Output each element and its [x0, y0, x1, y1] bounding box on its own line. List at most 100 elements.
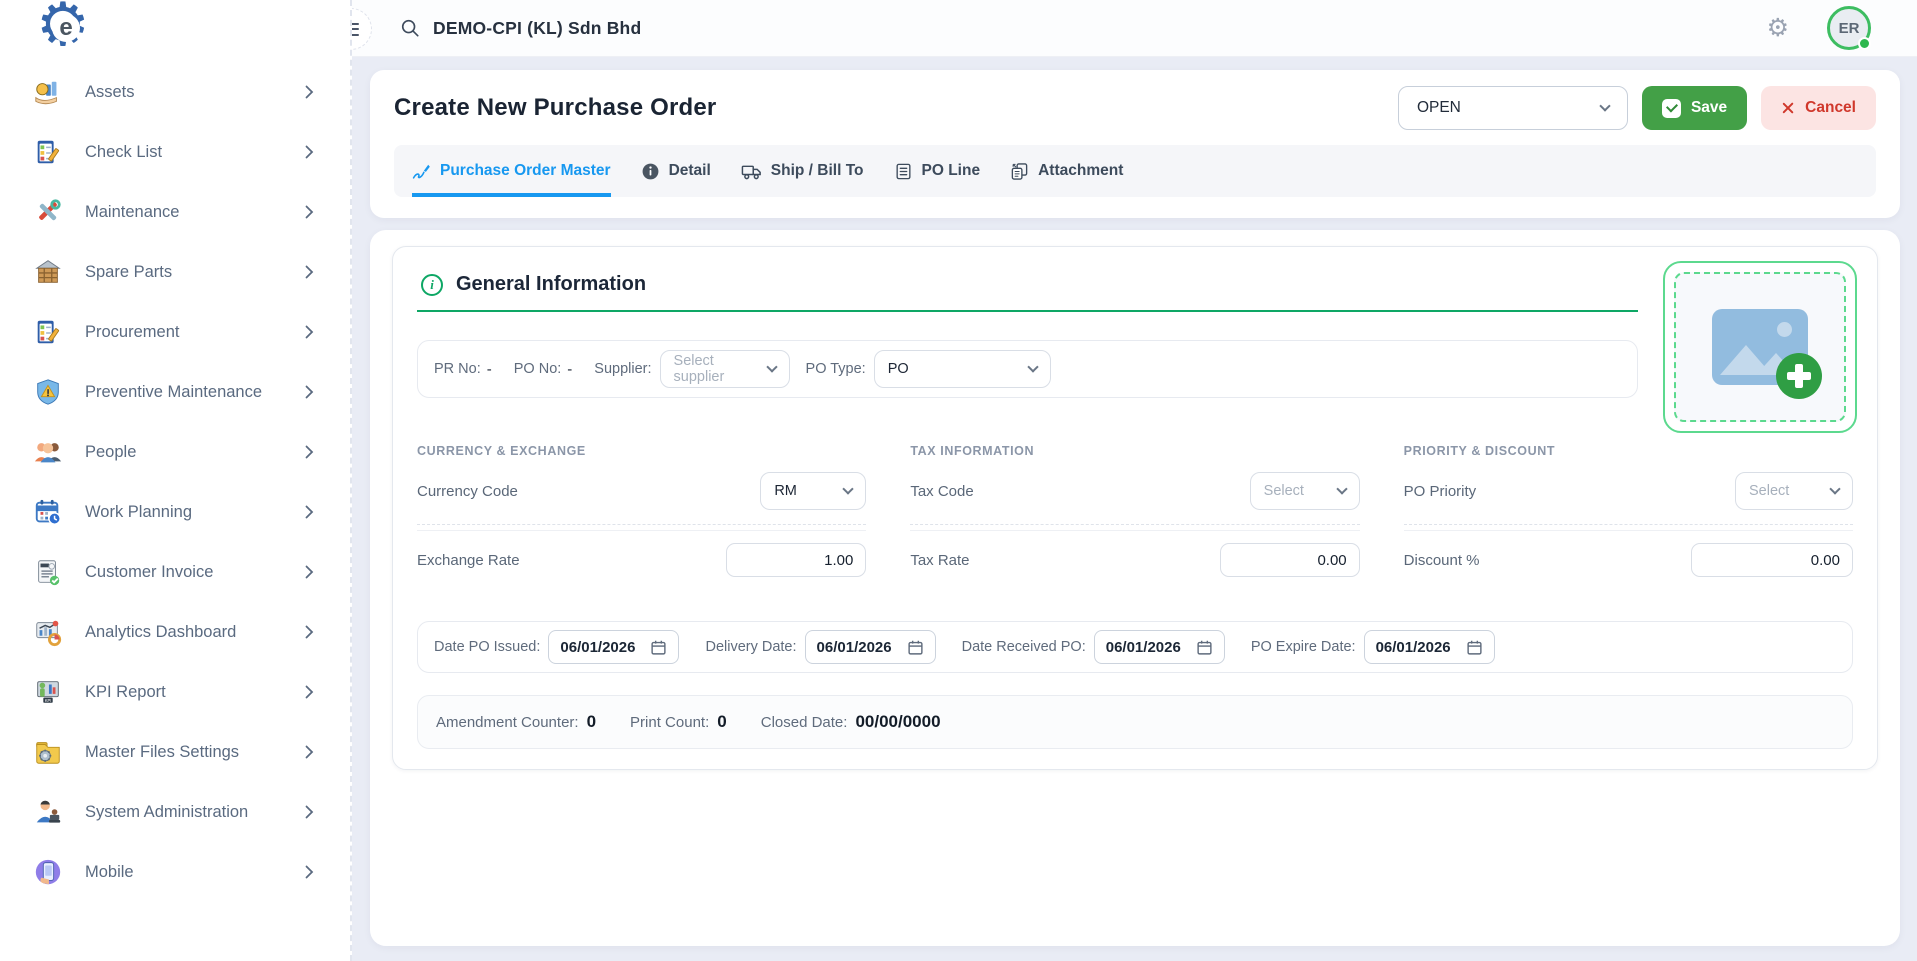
discount-input[interactable]: 0.00 — [1691, 543, 1853, 577]
work-planning-icon — [33, 497, 63, 527]
column-heading: CURRENCY & EXCHANGE — [417, 444, 866, 458]
sidebar-item-label: People — [85, 443, 136, 462]
currency-exchange-column: CURRENCY & EXCHANGE Currency Code RM Exc… — [417, 444, 866, 577]
sidebar-item-mobile[interactable]: Mobile — [0, 842, 350, 902]
online-status-dot — [1858, 37, 1871, 50]
form-panel: i General Information PR No: - — [370, 230, 1900, 946]
check-list-icon — [33, 137, 63, 167]
po-expire-date-input[interactable]: 06/01/2026 — [1364, 630, 1495, 664]
date-po-issued-input[interactable]: 06/01/2026 — [548, 630, 679, 664]
print-count-value: 0 — [717, 712, 726, 732]
chevron-right-icon — [305, 505, 314, 519]
save-check-icon — [1662, 99, 1681, 118]
delivery-date-input[interactable]: 06/01/2026 — [805, 630, 936, 664]
counters-row: Amendment Counter: 0 Print Count: 0 Clos… — [417, 695, 1853, 749]
sidebar-item-customer-invoice[interactable]: Customer Invoice — [0, 542, 350, 602]
tab-ship-bill-to[interactable]: Ship / Bill To — [741, 145, 864, 197]
spare-parts-icon — [33, 257, 63, 287]
save-button[interactable]: Save — [1642, 86, 1747, 130]
sidebar-item-procurement[interactable]: Procurement — [0, 302, 350, 362]
currency-code-select[interactable]: RM — [760, 472, 866, 510]
sidebar-item-analytics-dashboard[interactable]: Analytics Dashboard — [0, 602, 350, 662]
discount-label: Discount % — [1404, 552, 1480, 569]
detail-columns: CURRENCY & EXCHANGE Currency Code RM Exc… — [417, 444, 1853, 577]
section-title: General Information — [456, 273, 646, 296]
sidebar-nav: Assets Check List Maintenance Spare Part… — [0, 62, 350, 902]
pr-no-value: - — [487, 361, 492, 378]
sidebar-item-label: Maintenance — [85, 203, 179, 222]
info-icon: i — [421, 274, 443, 296]
sidebar-item-label: Work Planning — [85, 503, 192, 522]
attachment-copy-icon — [1010, 162, 1029, 181]
status-select[interactable]: OPEN — [1398, 86, 1628, 130]
currency-code-label: Currency Code — [417, 483, 518, 500]
sidebar-item-label: Check List — [85, 143, 162, 162]
closed-date-label: Closed Date: — [761, 714, 848, 731]
sidebar-item-label: Preventive Maintenance — [85, 383, 262, 402]
pen-signature-icon — [412, 162, 431, 181]
chevron-right-icon — [305, 205, 314, 219]
section-divider — [417, 310, 1638, 312]
tax-rate-input[interactable]: 0.00 — [1220, 543, 1360, 577]
customer-invoice-icon — [33, 557, 63, 587]
sidebar-item-assets[interactable]: Assets — [0, 62, 350, 122]
closed-date-value: 00/00/0000 — [855, 712, 940, 732]
tab-po-line[interactable]: PO Line — [894, 145, 981, 197]
list-document-icon — [894, 162, 913, 181]
sidebar-item-preventive-maintenance[interactable]: Preventive Maintenance — [0, 362, 350, 422]
tab-detail[interactable]: Detail — [641, 145, 711, 197]
tax-code-select[interactable]: Select — [1250, 472, 1360, 510]
column-heading: PRIORITY & DISCOUNT — [1404, 444, 1853, 458]
cancel-button[interactable]: Cancel — [1761, 86, 1876, 130]
assets-icon — [33, 77, 63, 107]
sidebar-item-label: Spare Parts — [85, 263, 172, 282]
print-count-label: Print Count: — [630, 714, 709, 731]
chevron-down-icon — [766, 361, 777, 372]
chevron-right-icon — [305, 145, 314, 159]
chevron-right-icon — [305, 385, 314, 399]
sidebar-item-spare-parts[interactable]: Spare Parts — [0, 242, 350, 302]
chevron-right-icon — [305, 265, 314, 279]
dates-row: Date PO Issued: 06/01/2026 Delivery Date… — [417, 621, 1853, 673]
calendar-icon[interactable] — [650, 639, 667, 656]
topbar: DEMO-CPI (KL) Sdn Bhd ⚙ ER — [352, 0, 1917, 57]
sidebar-item-master-files-settings[interactable]: Master Files Settings — [0, 722, 350, 782]
app-logo[interactable]: ⚙ e — [36, 0, 96, 60]
sidebar-item-label: KPI Report — [85, 683, 166, 702]
po-identity-row: PR No: - PO No: - Supplier: Select suppl… — [417, 340, 1638, 398]
tab-attachment[interactable]: Attachment — [1010, 145, 1123, 197]
chevron-down-icon — [1027, 361, 1038, 372]
sidebar-item-maintenance[interactable]: Maintenance — [0, 182, 350, 242]
date-received-po-input[interactable]: 06/01/2026 — [1094, 630, 1225, 664]
po-priority-label: PO Priority — [1404, 483, 1477, 500]
sidebar-item-work-planning[interactable]: Work Planning — [0, 482, 350, 542]
sidebar: ⚙ e Assets Check List Maintenance — [0, 0, 352, 961]
sidebar-item-people[interactable]: People — [0, 422, 350, 482]
preventive-maintenance-icon — [33, 377, 63, 407]
exchange-rate-input[interactable]: 1.00 — [726, 543, 866, 577]
exchange-rate-label: Exchange Rate — [417, 552, 520, 569]
amendment-counter-label: Amendment Counter: — [436, 714, 579, 731]
date-po-issued-label: Date PO Issued: — [434, 639, 540, 655]
add-image-icon[interactable] — [1776, 353, 1822, 399]
sidebar-item-kpi-report[interactable]: KPI KPI Report — [0, 662, 350, 722]
calendar-icon[interactable] — [907, 639, 924, 656]
kpi-report-icon: KPI — [33, 677, 63, 707]
po-type-select[interactable]: PO — [874, 350, 1051, 388]
sidebar-item-check-list[interactable]: Check List — [0, 122, 350, 182]
tax-information-column: TAX INFORMATION Tax Code Select Tax Rate… — [910, 444, 1359, 577]
supplier-select[interactable]: Select supplier — [660, 350, 790, 388]
image-upload-dropzone[interactable] — [1663, 261, 1857, 433]
image-placeholder-icon — [1712, 309, 1808, 385]
calendar-icon[interactable] — [1196, 639, 1213, 656]
user-avatar[interactable]: ER — [1827, 6, 1871, 50]
tab-purchase-order-master[interactable]: Purchase Order Master — [412, 145, 611, 197]
sidebar-item-system-administration[interactable]: System Administration — [0, 782, 350, 842]
calendar-icon[interactable] — [1466, 639, 1483, 656]
settings-gear-icon[interactable]: ⚙ — [1767, 16, 1789, 41]
pr-no-label: PR No: — [434, 361, 481, 377]
search-icon[interactable] — [400, 18, 420, 38]
po-priority-select[interactable]: Select — [1735, 472, 1853, 510]
amendment-counter-value: 0 — [587, 712, 596, 732]
company-name[interactable]: DEMO-CPI (KL) Sdn Bhd — [433, 18, 641, 39]
